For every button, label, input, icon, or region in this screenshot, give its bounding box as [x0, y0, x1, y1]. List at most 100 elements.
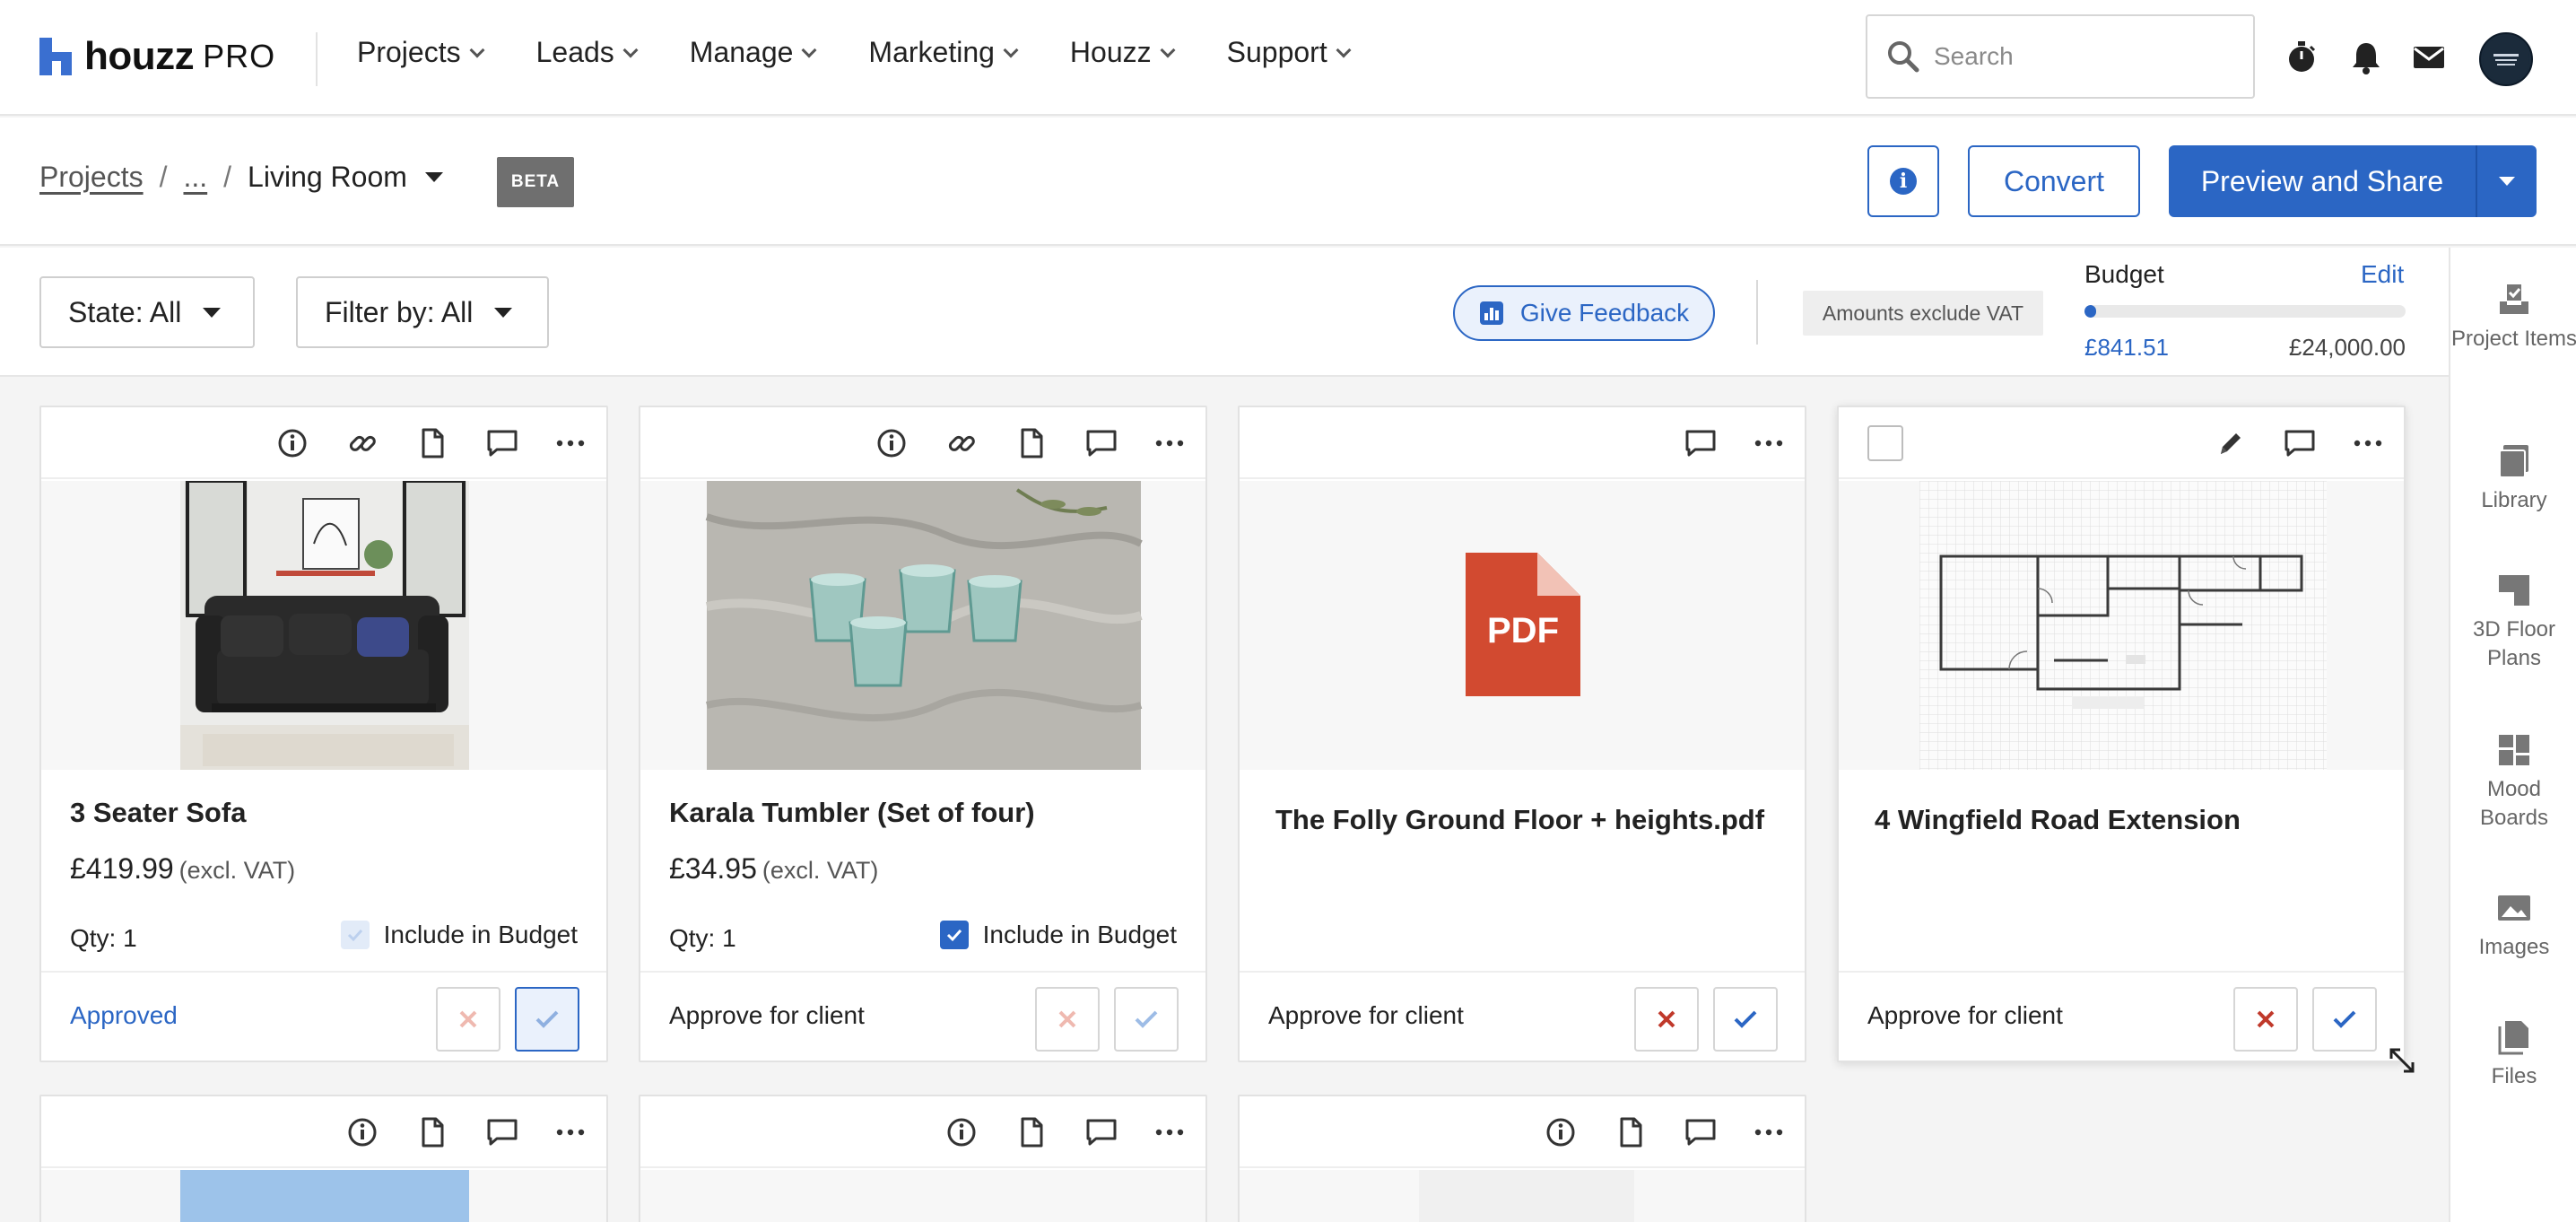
more-options-icon[interactable]	[554, 427, 587, 459]
rail-item-library[interactable]: Library	[2450, 443, 2576, 515]
card-toolbar	[1240, 407, 1805, 479]
approve-button[interactable]	[515, 987, 579, 1052]
convert-button[interactable]: Convert	[1968, 145, 2140, 217]
nav-item-manage[interactable]: Manage	[690, 36, 817, 69]
state-filter-dropdown[interactable]: State: All	[39, 276, 255, 348]
image-placeholder	[1419, 1170, 1634, 1222]
comment-icon[interactable]	[1684, 1116, 1717, 1148]
document-icon[interactable]	[1015, 427, 1048, 459]
floor-plan-preview[interactable]	[1839, 481, 2404, 770]
file-card[interactable]: PDF The Folly Ground Floor + heights.pdf…	[1238, 406, 1806, 1062]
include-in-budget-checkbox[interactable]: Include in Budget	[939, 921, 1177, 949]
preview-and-share-button[interactable]: Preview and Share	[2169, 145, 2537, 217]
pencil-icon[interactable]	[2214, 427, 2246, 459]
select-card-checkbox[interactable]	[1867, 425, 1903, 461]
feedback-chart-icon	[1479, 301, 1503, 325]
state-filter-label: State: All	[68, 295, 182, 328]
rail-item-images[interactable]: Images	[2450, 890, 2576, 962]
product-image-tumbler[interactable]	[640, 481, 1205, 770]
budget-edit-link[interactable]: Edit	[2361, 260, 2404, 289]
reject-button[interactable]	[1634, 987, 1699, 1052]
approve-button[interactable]	[2312, 987, 2377, 1052]
nav-item-marketing[interactable]: Marketing	[868, 36, 1019, 69]
project-items-icon	[2500, 284, 2528, 314]
include-in-budget-checkbox[interactable]: Include in Budget	[340, 921, 578, 949]
user-avatar[interactable]	[2479, 32, 2533, 86]
card-toolbar	[640, 407, 1205, 479]
nav-item-houzz[interactable]: Houzz	[1070, 36, 1176, 69]
give-feedback-button[interactable]: Give Feedback	[1453, 285, 1715, 341]
timer-icon[interactable]	[2284, 39, 2319, 75]
floor-plan-name[interactable]: 4 Wingfield Road Extension	[1875, 804, 2241, 836]
product-image[interactable]	[41, 1170, 606, 1222]
breadcrumb-projects-link[interactable]: Projects	[39, 161, 144, 194]
item-name[interactable]: Karala Tumbler (Set of four)	[669, 797, 1035, 829]
rail-item-project-items[interactable]: Project Items	[2450, 282, 2576, 354]
reject-x-icon	[459, 1010, 477, 1028]
share-options-caret-icon[interactable]	[2477, 177, 2537, 186]
more-options-icon[interactable]	[554, 1116, 587, 1148]
nav-item-support[interactable]: Support	[1227, 36, 1352, 69]
comment-icon[interactable]	[1085, 1116, 1118, 1148]
info-icon[interactable]	[276, 427, 309, 459]
nav-item-leads[interactable]: Leads	[536, 36, 639, 69]
checkbox-checked-disabled-icon	[340, 921, 370, 949]
product-image[interactable]	[640, 1170, 1205, 1222]
search-box[interactable]	[1866, 14, 2255, 99]
resize-icon[interactable]	[2386, 1044, 2418, 1077]
nav-item-projects[interactable]: Projects	[357, 36, 485, 69]
document-icon[interactable]	[416, 1116, 448, 1148]
more-options-icon[interactable]	[1153, 1116, 1186, 1148]
document-icon[interactable]	[416, 427, 448, 459]
comment-icon[interactable]	[486, 427, 518, 459]
link-icon[interactable]	[346, 427, 379, 459]
document-icon[interactable]	[1015, 1116, 1048, 1148]
comment-icon[interactable]	[1684, 427, 1717, 459]
link-icon[interactable]	[945, 427, 978, 459]
info-icon[interactable]	[346, 1116, 379, 1148]
info-button[interactable]: i	[1867, 145, 1939, 217]
item-name[interactable]: 3 Seater Sofa	[70, 797, 246, 829]
more-options-icon[interactable]	[1153, 427, 1186, 459]
preview-and-share-label: Preview and Share	[2200, 164, 2444, 197]
item-card[interactable]	[39, 1095, 608, 1222]
file-preview[interactable]: PDF	[1240, 481, 1805, 770]
comment-icon[interactable]	[1085, 427, 1118, 459]
file-name[interactable]: The Folly Ground Floor + heights.pdf	[1275, 804, 1764, 836]
info-icon[interactable]	[945, 1116, 978, 1148]
floor-plan-card[interactable]: 4 Wingfield Road Extension Approve for c…	[1837, 406, 2406, 1062]
rail-item-files[interactable]: Files	[2450, 1019, 2576, 1091]
comment-icon[interactable]	[486, 1116, 518, 1148]
approve-button[interactable]	[1114, 987, 1179, 1052]
info-icon[interactable]	[875, 427, 908, 459]
rail-item-3d-floor-plans[interactable]: 3D Floor Plans	[2450, 572, 2576, 673]
more-options-icon[interactable]	[1753, 1116, 1785, 1148]
breadcrumb-ellipsis-link[interactable]: ...	[183, 161, 207, 194]
breadcrumb-current[interactable]: Living Room	[248, 161, 407, 194]
filter-by-dropdown[interactable]: Filter by: All	[296, 276, 549, 348]
caret-down-icon[interactable]	[424, 172, 443, 182]
card-toolbar	[41, 1096, 606, 1168]
mail-icon[interactable]	[2411, 39, 2447, 75]
product-image[interactable]	[1240, 1170, 1805, 1222]
more-options-icon[interactable]	[2352, 427, 2384, 459]
more-options-icon[interactable]	[1753, 427, 1785, 459]
item-card[interactable]: 3 Seater Sofa £419.99 (excl. VAT) Qty: 1 …	[39, 406, 608, 1062]
item-quantity: Qty: 1	[669, 924, 736, 952]
item-card[interactable]	[639, 1095, 1207, 1222]
info-icon[interactable]	[1545, 1116, 1577, 1148]
document-icon[interactable]	[1614, 1116, 1647, 1148]
reject-button[interactable]	[2233, 987, 2298, 1052]
bell-icon[interactable]	[2348, 39, 2384, 75]
tumbler-image	[640, 481, 1205, 770]
product-image-sofa[interactable]	[41, 481, 606, 770]
comment-icon[interactable]	[2284, 427, 2316, 459]
item-card[interactable]: Karala Tumbler (Set of four) £34.95 (excl…	[639, 406, 1207, 1062]
rail-item-mood-boards[interactable]: Mood Boards	[2450, 732, 2576, 833]
reject-button[interactable]	[436, 987, 500, 1052]
search-input[interactable]	[1934, 42, 2230, 71]
reject-button[interactable]	[1035, 987, 1100, 1052]
item-card[interactable]	[1238, 1095, 1806, 1222]
houzz-pro-logo[interactable]: houzz PRO	[39, 34, 275, 79]
approve-button[interactable]	[1713, 987, 1778, 1052]
